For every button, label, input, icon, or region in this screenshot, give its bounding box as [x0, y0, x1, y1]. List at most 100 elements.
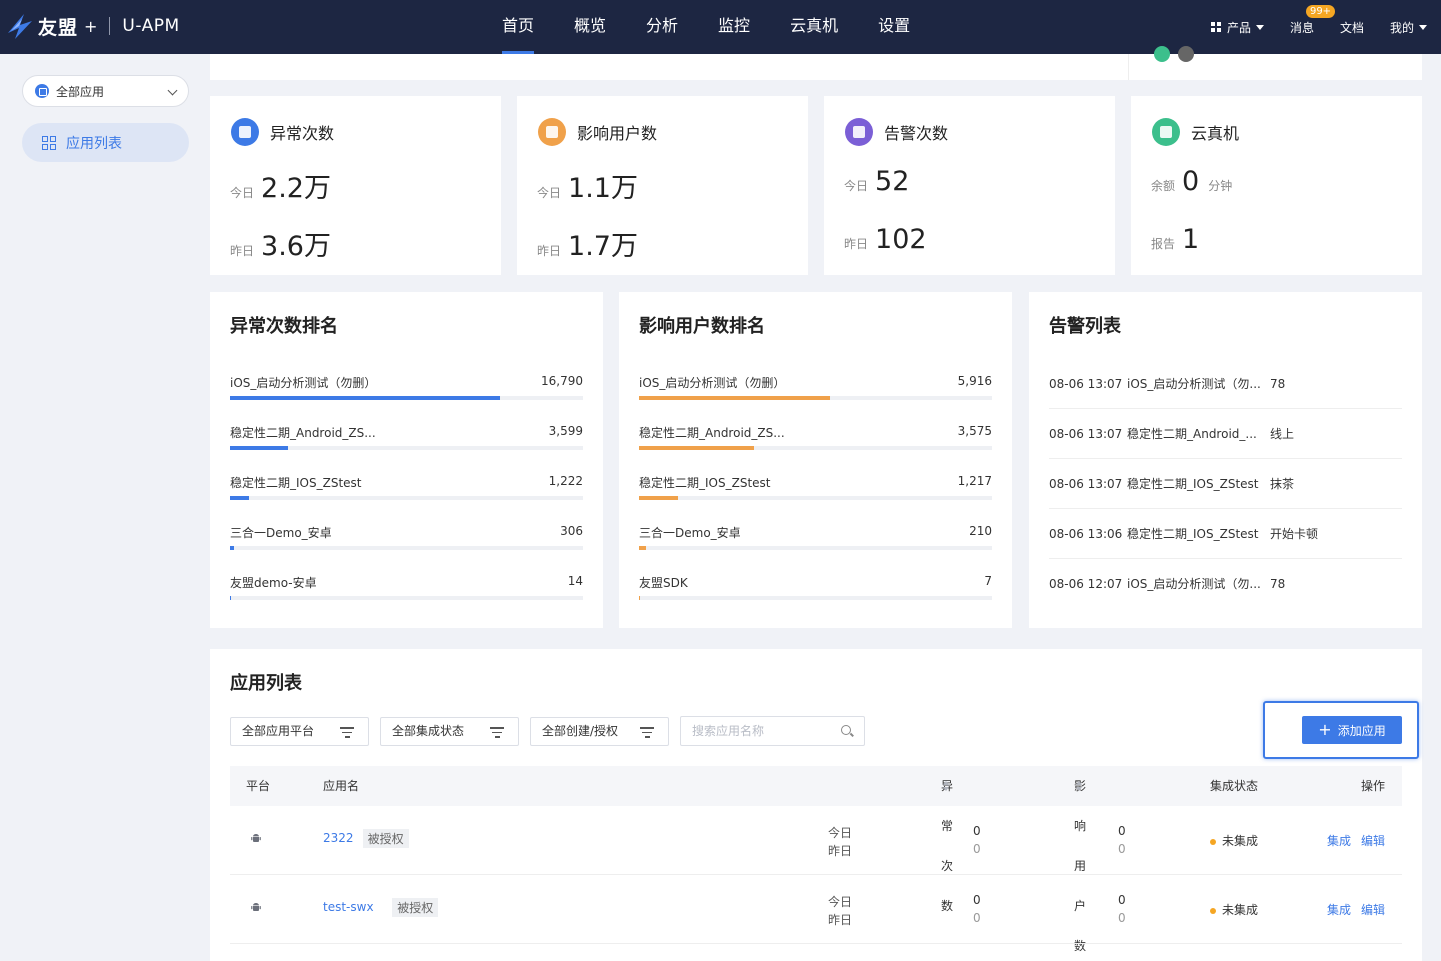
app-name-link[interactable]: test-swx — [323, 900, 374, 914]
top-navbar: 友盟 + U-APM 首页 概览 分析 监控 云真机 设置 产品 消息 99+ … — [0, 0, 1441, 54]
nav-settings[interactable]: 设置 — [866, 0, 922, 54]
integration-status-filter[interactable]: 全部集成状态 — [380, 717, 519, 746]
app-list-section: 应用列表 全部应用平台 全部集成状态 全部创建/授权 + 添加应用 平台 应用名… — [210, 649, 1422, 961]
create-auth-filter[interactable]: 全部创建/授权 — [530, 717, 669, 746]
alert-list-card: 告警列表 08-06 13:07 iOS_启动分析测试（勿... 78 08-06 1… — [1029, 292, 1422, 628]
app-name-link[interactable]: 2322 — [323, 831, 354, 845]
android-icon — [250, 901, 262, 912]
stat-label: 今日 — [844, 179, 869, 193]
ranking-item[interactable]: 稳定性二期_Android_ZS... 3,599 — [230, 424, 583, 454]
ranking-bar-track — [639, 496, 992, 500]
card-title: 告警列表 — [1049, 316, 1121, 337]
caret-down-icon — [1255, 24, 1264, 30]
account-menu[interactable]: 我的 — [1390, 19, 1427, 36]
ranking-app-name: iOS_启动分析测试（勿删） — [639, 376, 786, 390]
stat-card-title: 异常次数 — [270, 124, 335, 143]
ranking-item[interactable]: 友盟demo-安卓 14 — [230, 574, 583, 604]
all-apps-icon — [35, 84, 49, 98]
ranking-bar-track — [639, 596, 992, 600]
authorized-tag: 被授权 — [362, 829, 409, 848]
stat-value: 3.6万 — [261, 231, 331, 262]
platform-filter[interactable]: 全部应用平台 — [230, 717, 369, 746]
exception-ranking-card: 异常次数排名 iOS_启动分析测试（勿删） 16,790 稳定性二期_Android… — [210, 292, 603, 628]
nav-analysis[interactable]: 分析 — [634, 0, 690, 54]
stat-row-balance: 余额 0 分钟 — [1151, 166, 1232, 197]
stat-label: 昨日 — [230, 244, 255, 258]
alert-item[interactable]: 08-06 13:07 稳定性二期_Android_... 线上 — [1049, 409, 1402, 459]
stat-card-exceptions: 异常次数 今日 2.2万 昨日 3.6万 — [210, 96, 501, 275]
nav-home[interactable]: 首页 — [490, 0, 546, 54]
messages-link[interactable]: 消息 99+ — [1290, 4, 1336, 36]
ranking-bar-track — [230, 446, 583, 450]
ranking-value: 3,575 — [957, 424, 992, 438]
table-row: test-swx 被授权 今日 昨日 0 0 0 0 未集成 集成 编辑 — [230, 875, 1402, 944]
app-search-input[interactable] — [680, 716, 865, 746]
app-selector[interactable]: 全部应用 — [22, 75, 189, 107]
sidebar-item-app-list[interactable]: 应用列表 — [22, 123, 189, 162]
ranking-item[interactable]: 三合一Demo_安卓 210 — [639, 524, 992, 554]
alert-item[interactable]: 08-06 13:07 稳定性二期_IOS_ZStest 抹茶 — [1049, 459, 1402, 509]
edit-link[interactable]: 编辑 — [1361, 832, 1385, 849]
nav-cloud-device[interactable]: 云真机 — [778, 0, 850, 54]
edit-link[interactable]: 编辑 — [1361, 901, 1385, 918]
integration-status: 未集成 — [1210, 832, 1258, 849]
stat-label: 今日 — [230, 186, 255, 200]
ranking-app-name: iOS_启动分析测试（勿删） — [230, 376, 377, 390]
chevron-down-icon — [167, 85, 178, 96]
search-icon[interactable] — [841, 725, 851, 735]
stat-value: 52 — [875, 166, 910, 197]
alert-message: 78 — [1270, 377, 1286, 391]
ranking-item[interactable]: 三合一Demo_安卓 306 — [230, 524, 583, 554]
stat-label: 余额 — [1151, 179, 1176, 193]
brand-logo[interactable]: 友盟 + U-APM — [6, 10, 180, 42]
alert-item[interactable]: 08-06 13:07 iOS_启动分析测试（勿... 78 — [1049, 359, 1402, 409]
status-dot-icon — [1154, 46, 1170, 62]
ranking-value: 14 — [567, 574, 583, 588]
ranking-value: 16,790 — [541, 374, 583, 388]
ranking-item[interactable]: 稳定性二期_IOS_ZStest 1,222 — [230, 474, 583, 504]
authorized-tag: 被授权 — [392, 898, 439, 917]
alert-app-name: 稳定性二期_IOS_ZStest — [1127, 477, 1259, 491]
ranking-bar-fill — [639, 496, 678, 500]
alert-item[interactable]: 08-06 12:07 iOS_启动分析测试（勿... 78 — [1049, 559, 1402, 609]
stat-row-reports: 报告 1 — [1151, 224, 1199, 255]
stat-label: 昨日 — [537, 244, 562, 258]
ranking-bar-track — [639, 446, 992, 450]
sidebar-item-label: 应用列表 — [66, 135, 122, 152]
alert-message: 线上 — [1270, 427, 1295, 441]
nav-overview[interactable]: 概览 — [562, 0, 618, 54]
filter-label: 全部创建/授权 — [542, 724, 619, 738]
ranking-bar-fill — [230, 396, 501, 400]
docs-link[interactable]: 文档 — [1340, 19, 1364, 36]
filter-icon — [490, 727, 504, 741]
ranking-item[interactable]: 友盟SDK 7 — [639, 574, 992, 604]
stat-unit: 分钟 — [1208, 179, 1233, 193]
integrate-link[interactable]: 集成 — [1327, 901, 1351, 918]
ranking-item[interactable]: 稳定性二期_Android_ZS... 3,575 — [639, 424, 992, 454]
ranking-item[interactable]: iOS_启动分析测试（勿删） 16,790 — [230, 374, 583, 404]
ranking-item[interactable]: 稳定性二期_IOS_ZStest 1,217 — [639, 474, 992, 504]
stat-row-today: 今日 52 — [844, 166, 909, 197]
alert-time: 08-06 13:06 — [1049, 527, 1123, 541]
integrate-link[interactable]: 集成 — [1327, 832, 1351, 849]
ranking-app-name: 稳定性二期_Android_ZS... — [639, 426, 785, 440]
product-name: U-APM — [122, 16, 180, 36]
today-label: 今日 — [828, 826, 853, 840]
card-title: 异常次数排名 — [230, 316, 338, 337]
nav-monitor[interactable]: 监控 — [706, 0, 762, 54]
col-affected-users[interactable]: 影响用户数 — [1074, 766, 1086, 953]
ranking-bar-track — [230, 496, 583, 500]
col-exceptions[interactable]: 异常次数 — [941, 766, 953, 913]
stat-card-header: 告警次数 — [845, 118, 948, 146]
ranking-value: 5,916 — [957, 374, 992, 388]
stat-card-cloud-device: 云真机 余额 0 分钟 报告 1 — [1131, 96, 1422, 275]
ranking-item[interactable]: iOS_启动分析测试（勿删） 5,916 — [639, 374, 992, 404]
add-app-button[interactable]: + 添加应用 — [1302, 716, 1402, 744]
stat-row-today: 今日 1.1万 — [537, 166, 638, 205]
ranking-app-name: 友盟demo-安卓 — [230, 576, 317, 590]
ranking-bar-fill — [639, 596, 641, 600]
sidebar: 全部应用 应用列表 — [0, 54, 210, 961]
products-menu[interactable]: 产品 — [1210, 19, 1264, 36]
alert-item[interactable]: 08-06 13:06 稳定性二期_IOS_ZStest 开始卡顿 — [1049, 509, 1402, 559]
exception-icon — [231, 118, 259, 146]
